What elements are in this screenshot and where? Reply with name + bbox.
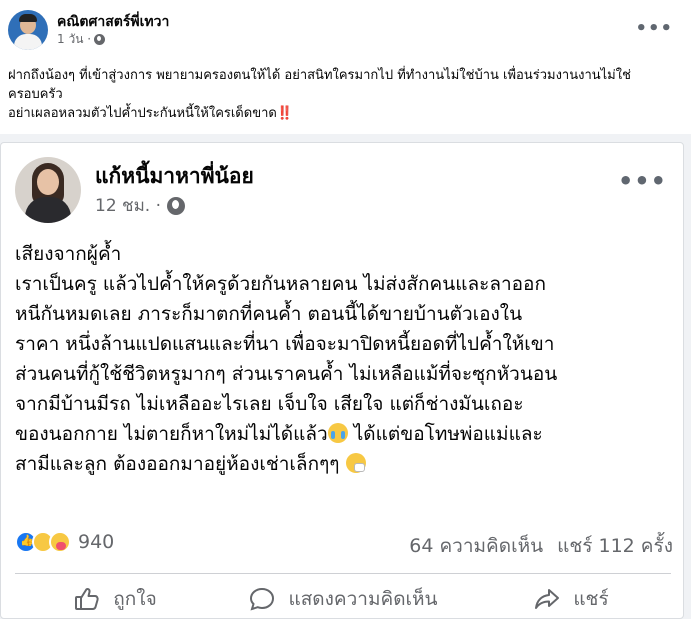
- post-text-line: ของนอกกาย ไม่ตายก็หาใหม่ไม่ได้แล้ว ได้แต…: [15, 419, 677, 449]
- post-text-line: ครอบครัว: [8, 87, 63, 102]
- comment-label: แสดงความคิดเห็น: [288, 588, 438, 610]
- share-arrow-icon: [535, 589, 560, 609]
- reaction-summary[interactable]: 940: [15, 531, 114, 553]
- post-text-fragment: สามีและลูก ต้องออกมาอยู่ห้องเช่าเล็กๆๆ: [15, 453, 346, 475]
- post-text-line: หนีกันหมดเลย ภาระก็มาตกที่คนค้ำ ตอนนี้ได…: [15, 303, 523, 325]
- post-timestamp[interactable]: 12 ชม. ·: [95, 194, 254, 218]
- share-label: แชร์: [573, 588, 609, 610]
- comment-bubble-icon: [250, 587, 275, 611]
- engagement-stats: 64 ความคิดเห็น แชร์ 112 ครั้ง: [409, 531, 673, 561]
- post-text-fragment: ได้แต่ขอโทษพ่อแม่และ: [347, 423, 543, 445]
- care-reaction-icon: [49, 531, 71, 553]
- sneezing-face-icon: [345, 453, 366, 473]
- post-text-line: เราเป็นครู แล้วไปค้ำให้ครูด้วยกันหลายคน …: [15, 273, 546, 295]
- share-button[interactable]: แชร์: [457, 581, 685, 617]
- comment-button[interactable]: แสดงความคิดเห็น: [229, 581, 457, 617]
- action-bar: ถูกใจ แสดงความคิดเห็น แชร์: [1, 581, 685, 617]
- author-name[interactable]: แก้หนี้มาหาพี่น้อย: [95, 162, 254, 190]
- reaction-count: 940: [78, 531, 115, 553]
- timestamp-label: 12 ชม. ·: [95, 196, 161, 216]
- globe-icon: [94, 33, 106, 45]
- post-text-line: เสียงจากผู้ค้ำ: [15, 243, 122, 265]
- timestamp-label: 1 วัน ·: [57, 32, 92, 46]
- post-text-line: สามีและลูก ต้องออกมาอยู่ห้องเช่าเล็กๆๆ: [15, 449, 677, 479]
- globe-icon: [167, 197, 185, 215]
- like-label: ถูกใจ: [113, 588, 157, 610]
- post-text-line: อย่าเผลอหลวมตัวไปค้ำประกันหนี้ให้ใครเด็ด…: [8, 104, 683, 123]
- shared-post-header: แก้หนี้มาหาพี่น้อย 12 ชม. ·: [15, 157, 254, 223]
- post-text-line: จากมีบ้านมีรถ ไม่เหลืออะไรเลย เจ็บใจ เสี…: [15, 393, 524, 415]
- avatar[interactable]: [15, 157, 81, 223]
- more-options-icon[interactable]: •••: [618, 167, 667, 195]
- double-exclamation-icon: ‼️: [276, 106, 294, 121]
- shared-post-container: แก้หนี้มาหาพี่น้อย 12 ชม. · ••• เสียงจาก…: [0, 134, 691, 619]
- divider: [15, 573, 671, 574]
- post-text-line: ส่วนคนที่กู้ใช้ชีวิตหรูมากๆ ส่วนเราคนค้ำ…: [15, 363, 558, 385]
- avatar[interactable]: [8, 10, 48, 50]
- post-text-line: ราคา หนึ่งล้านแปดแสนและที่นา เพื่อจะมาปิ…: [15, 333, 555, 355]
- post-text-line: ฝากถึงน้องๆ ที่เข้าสู่วงการ พยายามครองตน…: [8, 68, 631, 83]
- shared-post-meta: แก้หนี้มาหาพี่น้อย 12 ชม. ·: [95, 162, 254, 218]
- outer-post: คณิตศาสตร์พี่เทวา 1 วัน · ••• ฝากถึงน้อง…: [0, 0, 691, 619]
- shared-post-card[interactable]: แก้หนี้มาหาพี่น้อย 12 ชม. · ••• เสียงจาก…: [0, 142, 684, 619]
- outer-post-meta: คณิตศาสตร์พี่เทวา 1 วัน ·: [57, 13, 169, 47]
- post-text: ฝากถึงน้องๆ ที่เข้าสู่วงการ พยายามครองตน…: [8, 66, 683, 123]
- more-options-icon[interactable]: •••: [635, 18, 673, 39]
- outer-post-header: คณิตศาสตร์พี่เทวา 1 วัน ·: [8, 10, 169, 50]
- post-text-fragment: ของนอกกาย ไม่ตายก็หาใหม่ไม่ได้แล้ว: [15, 423, 328, 445]
- post-text-fragment: อย่าเผลอหลวมตัวไปค้ำประกันหนี้ให้ใครเด็ด…: [8, 106, 277, 121]
- shared-post-text: เสียงจากผู้ค้ำ เราเป็นครู แล้วไปค้ำให้คร…: [15, 239, 677, 479]
- post-timestamp[interactable]: 1 วัน ·: [57, 31, 169, 47]
- like-button[interactable]: ถูกใจ: [1, 581, 229, 617]
- author-name[interactable]: คณิตศาสตร์พี่เทวา: [57, 13, 169, 31]
- comment-count[interactable]: 64 ความคิดเห็น: [409, 531, 543, 561]
- thumbs-up-icon: [75, 587, 99, 610]
- share-count[interactable]: แชร์ 112 ครั้ง: [557, 531, 673, 561]
- crying-face-icon: [327, 423, 348, 443]
